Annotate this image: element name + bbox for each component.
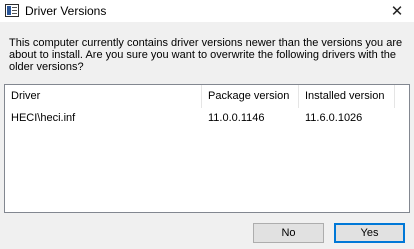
close-icon[interactable]: ✕ bbox=[380, 0, 414, 22]
drivers-list[interactable]: Driver Package version Installed version… bbox=[4, 84, 410, 213]
table-row[interactable]: HECI\heci.inf 11.0.0.1146 11.6.0.1026 bbox=[5, 109, 409, 126]
list-header: Driver Package version Installed version bbox=[5, 85, 409, 108]
column-header-package-version[interactable]: Package version bbox=[202, 85, 299, 108]
column-header-driver[interactable]: Driver bbox=[5, 85, 202, 108]
column-header-installed-version[interactable]: Installed version bbox=[299, 85, 395, 108]
title-bar: Driver Versions ✕ bbox=[0, 0, 414, 22]
package-version-cell: 11.0.0.1146 bbox=[208, 112, 265, 124]
window-title: Driver Versions bbox=[25, 4, 107, 18]
dialog-message: This computer currently contains driver … bbox=[9, 37, 403, 73]
driver-cell: HECI\heci.inf bbox=[11, 112, 76, 124]
yes-button[interactable]: Yes bbox=[334, 223, 405, 243]
app-window-icon bbox=[5, 4, 19, 17]
no-button[interactable]: No bbox=[253, 223, 324, 243]
installed-version-cell: 11.6.0.1026 bbox=[305, 112, 363, 124]
